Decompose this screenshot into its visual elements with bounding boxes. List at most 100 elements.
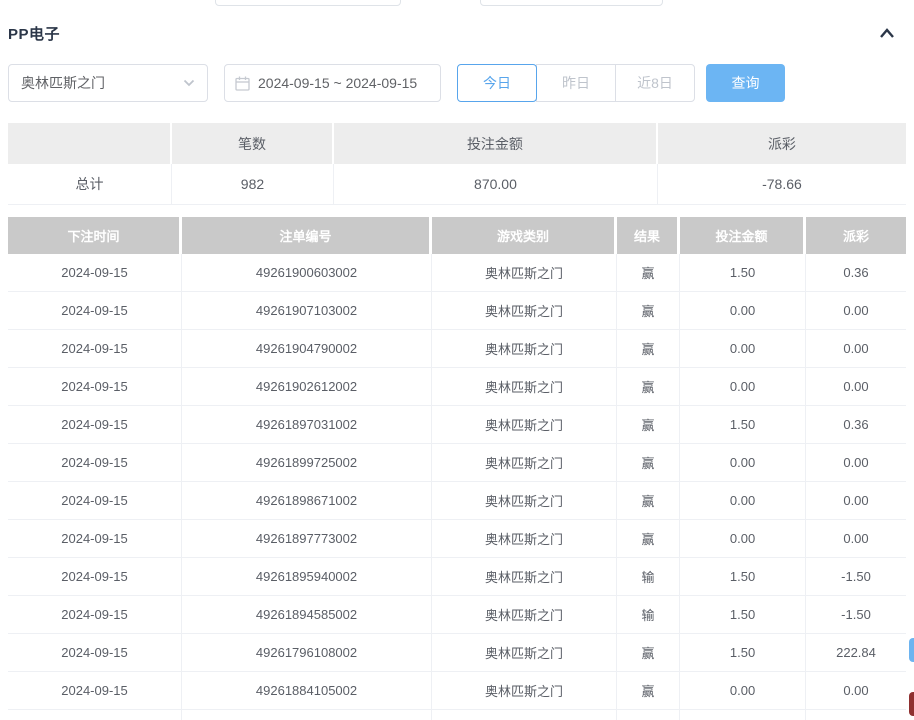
table-cell: 投注金额: [333, 123, 658, 164]
table-row: 2024-09-15 49261897773002 奥林匹斯之门赢 0.00 0.00: [8, 520, 906, 558]
table-cell: 49261907103002: [182, 292, 433, 329]
summary-table-header: 笔数 投注金额 派彩: [8, 123, 906, 164]
table-cell: 0.00: [680, 330, 807, 367]
table-cell: 0.00: [843, 379, 869, 394]
filter-row: 奥林匹斯之门 2024-09-15 ~ 2024-09-15 今日 昨日 近8日 查…: [8, 64, 906, 102]
cut-off-input-above-left: [215, 0, 401, 6]
table-cell: [8, 123, 172, 164]
table-cell: 49261897031002: [182, 406, 433, 443]
table-cell: 49261904790002: [182, 330, 433, 367]
summary-table: 笔数 投注金额 派彩 总计 982 870.00 -78.66: [8, 123, 906, 205]
table-cell: 2024-09-15: [8, 520, 183, 557]
table-cell: -78.66: [657, 164, 906, 204]
table-cell: [182, 710, 433, 720]
table-cell: [806, 710, 906, 720]
table-row: 2024-09-15 49261900603002 奥林匹斯之门赢 1.50 0.36: [8, 254, 906, 292]
table-cell: 49261899725002: [182, 444, 433, 481]
table-cell: 2024-09-15: [8, 558, 183, 595]
chevron-up-icon: [880, 28, 894, 38]
quick-date-button[interactable]: 昨日: [536, 64, 616, 102]
table-cell: 奥林匹斯之门: [432, 368, 618, 405]
table-cell: 0.00: [680, 292, 807, 329]
table-cell: 0.00: [843, 341, 869, 356]
table-cell: 222.84: [836, 645, 876, 660]
table-row-partial: [8, 710, 906, 720]
table-row: 2024-09-15 49261894585002 奥林匹斯之门输 1.50 -1.50: [8, 596, 906, 634]
bet-records-page: PP电子 奥林匹斯之门 2024-09-15 ~ 2024-09-15 今日 昨日…: [0, 0, 914, 720]
table-cell: 奥林匹斯之门: [432, 672, 618, 709]
quick-date-button[interactable]: 今日: [457, 64, 537, 102]
table-cell: 2024-09-15: [8, 482, 183, 519]
table-cell: 0.00: [680, 368, 807, 405]
table-row: 2024-09-15 49261899725002 奥林匹斯之门赢 0.00 0.00: [8, 444, 906, 482]
quick-date-button-group: 今日 昨日 近8日: [457, 64, 695, 102]
table-cell: 49261898671002: [182, 482, 433, 519]
table-cell: [617, 710, 681, 720]
table-row: 2024-09-15 49261796108002 奥林匹斯之门赢 1.50 222.8…: [8, 634, 906, 672]
table-cell: 0.00: [843, 303, 869, 318]
game-select[interactable]: 奥林匹斯之门: [8, 64, 208, 102]
table-cell: -1.50: [841, 607, 871, 622]
table-cell: 0.36: [843, 417, 869, 432]
table-cell: 2024-09-15: [8, 330, 183, 367]
table-cell: 赢: [617, 634, 681, 671]
table-cell: 0.00: [680, 672, 807, 709]
table-cell: 派彩: [806, 217, 906, 254]
table-row: 2024-09-15 49261902612002 奥林匹斯之门赢 0.00 0.00: [8, 368, 906, 406]
table-cell: 注单编号: [182, 217, 433, 254]
table-cell: 奥林匹斯之门: [432, 482, 618, 519]
floating-widget-red-cutoff[interactable]: [909, 692, 914, 716]
records-table: 下注时间 注单编号 游戏类别 结果 投注金额 派彩 2024-09-15 492619006…: [8, 217, 906, 720]
table-cell: 1.50: [680, 406, 807, 443]
table-cell: 0.00: [843, 493, 869, 508]
table-cell: 奥林匹斯之门: [432, 596, 618, 633]
table-cell: 0.00: [843, 683, 869, 698]
panel-header: PP电子: [8, 22, 906, 44]
table-cell: 奥林匹斯之门: [432, 254, 618, 291]
table-cell: 1.50: [680, 634, 807, 671]
table-cell: 2024-09-15: [8, 672, 183, 709]
table-cell: 奥林匹斯之门: [432, 406, 618, 443]
quick-date-button[interactable]: 近8日: [615, 64, 695, 102]
table-cell: 奥林匹斯之门: [432, 520, 618, 557]
query-button[interactable]: 查询: [706, 64, 785, 102]
table-cell: 赢: [617, 254, 681, 291]
game-select-value: 奥林匹斯之门: [21, 75, 105, 91]
table-cell: 2024-09-15: [8, 596, 183, 633]
collapse-button[interactable]: [874, 22, 900, 44]
table-cell: 2024-09-15: [8, 406, 183, 443]
table-cell: 2024-09-15: [8, 634, 183, 671]
table-cell: 笔数: [171, 123, 334, 164]
table-cell: 奥林匹斯之门: [432, 330, 618, 367]
table-cell: [8, 710, 183, 720]
table-cell: 2024-09-15: [8, 254, 183, 291]
table-row: 2024-09-15 49261884105002 奥林匹斯之门赢 0.00 0.00: [8, 672, 906, 710]
table-cell: 赢: [617, 672, 681, 709]
floating-widget-blue-cutoff[interactable]: [909, 638, 914, 662]
table-cell: 49261894585002: [182, 596, 433, 633]
table-cell: 下注时间: [8, 217, 183, 254]
table-cell: 0.00: [680, 444, 807, 481]
table-cell: 0.00: [680, 482, 807, 519]
table-cell: 派彩: [657, 123, 906, 164]
table-cell: 1.50: [680, 596, 807, 633]
summary-table-row: 总计 982 870.00 -78.66: [8, 164, 906, 205]
table-cell: 870.00: [333, 164, 658, 204]
table-cell: 赢: [617, 330, 681, 367]
table-cell: 投注金额: [680, 217, 807, 254]
table-cell: [432, 710, 618, 720]
table-cell: [680, 710, 807, 720]
chevron-down-icon: [183, 79, 195, 87]
table-cell: 49261900603002: [182, 254, 433, 291]
table-cell: 总计: [8, 164, 172, 204]
table-cell: 游戏类别: [432, 217, 618, 254]
records-table-body: 2024-09-15 49261900603002 奥林匹斯之门赢 1.50 0.36 2…: [8, 254, 906, 720]
table-cell: 49261796108002: [182, 634, 433, 671]
table-cell: 0.36: [843, 265, 869, 280]
table-cell: 2024-09-15: [8, 444, 183, 481]
table-cell: 0.00: [680, 520, 807, 557]
table-cell: 赢: [617, 406, 681, 443]
table-row: 2024-09-15 49261898671002 奥林匹斯之门赢 0.00 0.00: [8, 482, 906, 520]
records-table-header: 下注时间 注单编号 游戏类别 结果 投注金额 派彩: [8, 217, 906, 254]
date-range-input[interactable]: 2024-09-15 ~ 2024-09-15: [224, 64, 441, 102]
